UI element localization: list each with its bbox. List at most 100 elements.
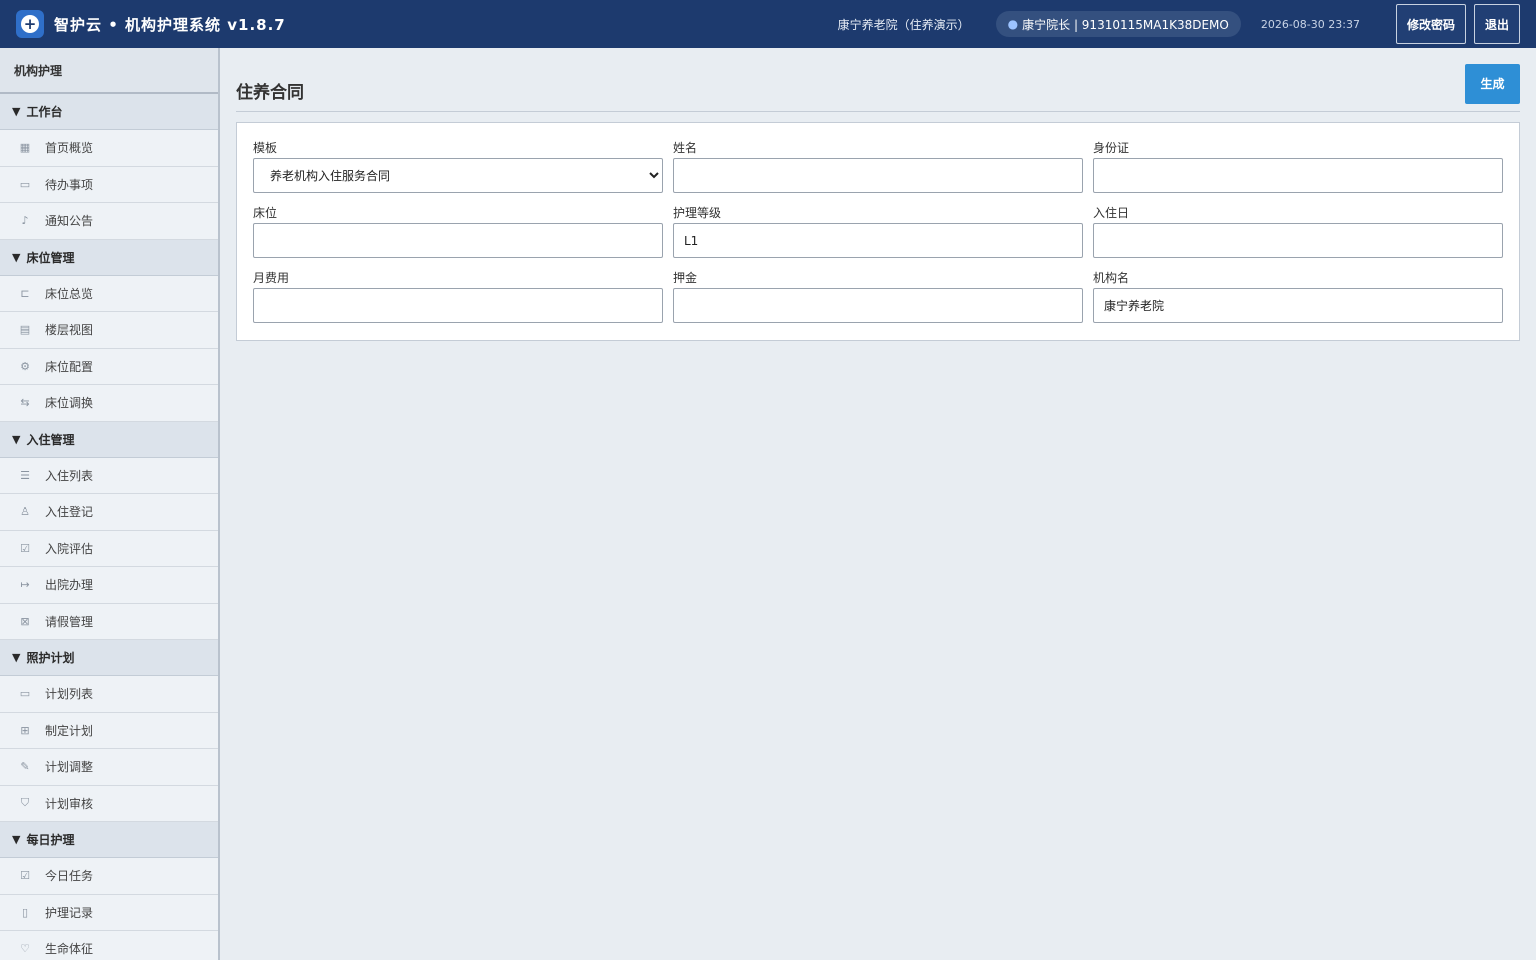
sidebar-item-label: 楼层视图 (45, 323, 94, 338)
sidebar-item-checkin-register[interactable]: ♙ 入住登记 (0, 494, 218, 531)
triangle-down-icon: ▼ (12, 833, 21, 846)
clipboard-check-icon: ☑ (20, 541, 30, 555)
group-label: 工作台 (26, 105, 63, 119)
template-select[interactable]: 养老机构入住服务合同 (253, 158, 663, 193)
sidebar-item-bed-config[interactable]: ⚙ 床位配置 (0, 348, 218, 385)
sidebar-item-plan-review[interactable]: ⛉ 计划审核 (0, 785, 218, 822)
sidebar-item-today-tasks[interactable]: ☑ 今日任务 (0, 858, 218, 895)
care-level-input[interactable] (673, 223, 1083, 258)
grid-icon: ▦ (19, 141, 31, 155)
app-logo: + (16, 10, 44, 38)
deposit-label: 押金 (673, 271, 698, 285)
sidebar-item-todo[interactable]: ▭ 待办事项 (0, 166, 218, 203)
sidebar-item-bed-overview[interactable]: ⊏ 床位总览 (0, 275, 218, 312)
sidebar-item-leave[interactable]: ⊠ 请假管理 (0, 603, 218, 640)
sidebar-item-checkin-list[interactable]: ☰ 入住列表 (0, 457, 218, 494)
id-card-input[interactable] (1093, 158, 1503, 193)
monthly-fee-field: 月费用 (253, 269, 663, 334)
group-label: 照护计划 (26, 651, 75, 665)
datetime: 2026-08-30 23:37 (1260, 17, 1360, 31)
page-title: 住养合同 (236, 83, 304, 103)
sidebar-group-workbench[interactable]: ▼ 工作台 (0, 94, 218, 130)
monthly-fee-input[interactable] (253, 288, 663, 323)
sidebar-item-discharge[interactable]: ↦ 出院办理 (0, 567, 218, 604)
sidebar-item-label: 入住列表 (45, 468, 94, 483)
sidebar-item-label: 入院评估 (45, 541, 94, 556)
id-label: 身份证 (1093, 141, 1130, 155)
logout-button[interactable]: 退出 (1473, 4, 1520, 44)
sidebar-item-floor-view[interactable]: ▤ 楼层视图 (0, 312, 218, 349)
care-level-field: 护理等级 (673, 204, 1083, 269)
sidebar: 机构护理 ▼ 工作台 ▦ 首页概览 ▭ 待办事项 ♪ 通知公告 ▼ 床位管理 ⊏ 床位总览 … (0, 48, 220, 960)
main-content: 住养合同 生成 模板 养老机构入住服务合同 姓名 身份证 床位 护理等级 L1 … (236, 63, 1520, 341)
sidebar-item-overview[interactable]: ▦ 首页概览 (0, 130, 218, 167)
sidebar-item-bed-swap[interactable]: ⇆ 床位调换 (0, 385, 218, 422)
bed-input[interactable] (253, 223, 663, 258)
sidebar-item-plan-adjust[interactable]: ✎ 计划调整 (0, 749, 218, 786)
checkbox-icon: ☑ (20, 869, 30, 883)
checkin-label: 入住日 (1093, 206, 1130, 220)
sidebar-item-plan-list[interactable]: ▭ 计划列表 (0, 676, 218, 713)
exit-icon: ↦ (20, 578, 30, 592)
user-badge[interactable]: ● 康宁院长 | 91310115MA1K38DEMO (995, 11, 1241, 37)
sidebar-group-beds[interactable]: ▼ 床位管理 (0, 239, 218, 276)
sidebar-item-label: 计划调整 (45, 760, 94, 775)
notebook-icon: ▯ (21, 905, 29, 919)
triangle-down-icon: ▼ (12, 651, 21, 664)
change-password-button[interactable]: 修改密码 (1395, 4, 1466, 44)
sidebar-item-vitals[interactable]: ♡ 生命体征 (0, 931, 218, 960)
triangle-down-icon: ▼ (12, 105, 21, 118)
group-label: 每日护理 (26, 833, 75, 847)
triangle-down-icon: ▼ (12, 250, 21, 264)
sidebar-item-label: 床位调换 (45, 396, 94, 411)
pencil-icon: ✎ (20, 760, 30, 774)
sidebar-group-checkin[interactable]: ▼ 入住管理 (0, 421, 218, 458)
user-label: 康宁院长 | 91310115MA1K38DEMO (1022, 17, 1229, 32)
app-title: 智护云 • 机构护理系统 v1.8.7 (54, 15, 286, 34)
clipboard-icon: ▭ (19, 687, 31, 701)
bed-label: 床位 (253, 206, 278, 220)
building-icon: ▤ (19, 323, 31, 337)
sidebar-item-notice[interactable]: ♪ 通知公告 (0, 203, 218, 240)
sidebar-item-label: 生命体征 (45, 942, 94, 957)
sidebar-item-label: 计划审核 (45, 796, 94, 811)
user-add-icon: ♙ (20, 505, 30, 519)
sidebar-item-label: 护理记录 (45, 905, 94, 920)
id-field: 身份证 (1093, 139, 1503, 204)
group-label: 床位管理 (26, 250, 75, 265)
generate-button[interactable]: 生成 (1465, 63, 1520, 104)
sidebar-item-assessment[interactable]: ☑ 入院评估 (0, 530, 218, 567)
group-label: 入住管理 (26, 432, 75, 447)
sidebar-group-care-plan[interactable]: ▼ 照护计划 (0, 640, 218, 676)
sidebar-group-daily-care[interactable]: ▼ 每日护理 (0, 822, 218, 858)
deposit-field: 押金 (673, 269, 1083, 334)
org-name-input[interactable] (1093, 288, 1503, 323)
swap-icon: ⇆ (20, 396, 30, 410)
sidebar-item-label: 出院办理 (45, 578, 94, 593)
bell-icon: ♪ (21, 214, 29, 228)
sidebar-item-label: 床位总览 (45, 286, 94, 301)
sidebar-item-label: 首页概览 (45, 141, 94, 156)
file-add-icon: ⊞ (20, 723, 30, 737)
top-bar: + 智护云 • 机构护理系统 v1.8.7 康宁养老院（住养演示） ● 康宁院长… (0, 0, 1536, 48)
name-label: 姓名 (673, 141, 698, 155)
checkin-field: 入住日 (1093, 204, 1503, 269)
sidebar-title: 机构护理 (0, 48, 218, 94)
sidebar-item-plan-create[interactable]: ⊞ 制定计划 (0, 712, 218, 749)
bed-field: 床位 (253, 204, 663, 269)
sidebar-item-label: 通知公告 (45, 214, 94, 229)
org-field: 机构名 (1093, 269, 1503, 334)
deposit-input[interactable] (673, 288, 1083, 323)
sidebar-item-label: 请假管理 (45, 614, 94, 629)
sidebar-item-care-records[interactable]: ▯ 护理记录 (0, 894, 218, 931)
sidebar-item-label: 计划列表 (45, 687, 94, 702)
contract-form: 模板 养老机构入住服务合同 姓名 身份证 床位 护理等级 L1 入住日 月费用 … (236, 122, 1520, 341)
name-input[interactable] (673, 158, 1083, 193)
monthly-fee-label: 月费用 (253, 271, 290, 285)
sidebar-item-label: 待办事项 (45, 177, 94, 192)
page-header: 住养合同 生成 (236, 63, 1520, 112)
checkin-date-input[interactable] (1093, 223, 1503, 258)
triangle-down-icon: ▼ (12, 432, 21, 446)
template-field: 模板 养老机构入住服务合同 (253, 139, 663, 204)
sidebar-item-label: 今日任务 (45, 869, 94, 884)
